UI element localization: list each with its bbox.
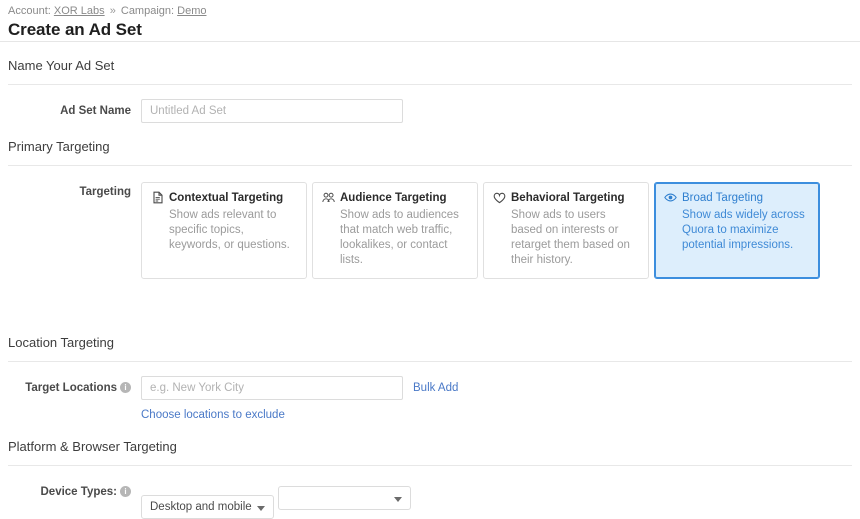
targeting-card-audience-title: Audience Targeting [340,191,447,204]
breadcrumb-campaign-link[interactable]: Demo [177,5,206,17]
breadcrumb-account-label: Account: [8,5,51,17]
heart-icon [493,191,506,204]
info-icon-target-locations[interactable]: i [120,382,131,393]
targeting-card-behavioral-title: Behavioral Targeting [511,191,625,204]
ad-set-name-label: Ad Set Name [60,105,131,117]
device-types-select[interactable]: Desktop and mobile [141,495,274,519]
breadcrumb-account-link[interactable]: XOR Labs [54,5,105,17]
targeting-card-audience-desc: Show ads to audiences that match web tra… [340,209,459,266]
breadcrumb-separator: » [109,5,116,17]
browser-types-select[interactable] [278,486,412,510]
target-locations-input[interactable] [141,376,403,400]
section-title-platform-targeting: Platform & Browser Targeting [8,439,177,454]
section-location-targeting: Location Targeting Target Locationsi Bul… [0,319,860,423]
section-name-your-ad-set: Name Your Ad Set Ad Set Name [0,42,860,123]
section-title-name: Name Your Ad Set [8,58,115,73]
choose-locations-to-exclude-link[interactable]: Choose locations to exclude [141,409,285,421]
form-row-targeting: Targeting Contextual Targeting Show ads … [8,166,852,279]
targeting-card-group: Contextual Targeting Show ads relevant t… [141,180,852,279]
targeting-card-audience[interactable]: Audience Targeting Show ads to audiences… [312,182,478,279]
form-row-target-locations: Target Locationsi Bulk Add Choose locati… [8,362,852,423]
section-title-primary-targeting: Primary Targeting [8,139,110,154]
section-primary-targeting: Primary Targeting Targeting Contextual T… [0,123,860,279]
chevron-down-icon-secondary [394,497,403,502]
device-types-select-value: Desktop and mobile [150,501,252,513]
form-row-device-types: Device Types: i Desktop and mobile [8,466,852,519]
page-title: Create an Ad Set [8,20,142,39]
section-title-location-targeting: Location Targeting [8,335,115,350]
targeting-card-contextual-title: Contextual Targeting [169,191,284,204]
form-row-ad-set-name: Ad Set Name [8,85,852,123]
chevron-down-icon [257,506,265,511]
targeting-card-behavioral[interactable]: Behavioral Targeting Show ads to users b… [483,182,649,279]
info-icon-device-types[interactable]: i [120,486,131,497]
bulk-add-link[interactable]: Bulk Add [413,382,458,394]
section-platform-browser-targeting: Platform & Browser Targeting Device Type… [0,423,860,519]
page-header: Account: XOR Labs » Campaign: Demo Creat… [0,0,860,42]
device-types-label-text: Device Types: [40,486,118,498]
breadcrumb-campaign-label: Campaign: [120,5,175,17]
device-types-label: Device Types: i [8,480,141,498]
targeting-card-contextual-desc: Show ads relevant to specific topics, ke… [169,209,290,251]
target-locations-label-text: Target Locations [25,382,117,394]
targeting-card-broad[interactable]: Broad Targeting Show ads widely across Q… [654,182,820,279]
targeting-card-contextual[interactable]: Contextual Targeting Show ads relevant t… [141,182,307,279]
document-icon [151,191,164,204]
breadcrumb: Account: XOR Labs » Campaign: Demo [8,4,852,18]
targeting-label: Targeting [79,186,131,198]
people-icon [322,191,335,204]
ad-set-name-input[interactable] [141,99,403,123]
targeting-card-behavioral-desc: Show ads to users based on interests or … [511,209,630,266]
targeting-card-broad-title: Broad Targeting [682,191,763,204]
eye-icon [664,191,677,204]
target-locations-label: Target Locations i [8,376,141,394]
targeting-card-broad-desc: Show ads widely across Quora to maximize… [682,209,805,251]
